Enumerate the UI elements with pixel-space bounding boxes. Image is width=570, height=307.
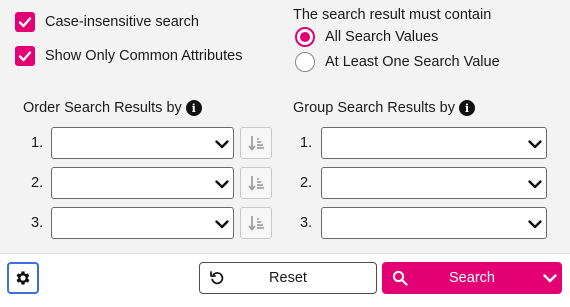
group-by-select-2[interactable]: [321, 167, 547, 199]
match-all-option[interactable]: All Search Values: [295, 27, 438, 47]
order-row-number: 2.: [31, 175, 44, 191]
reset-button[interactable]: Reset: [199, 262, 377, 294]
order-by-select-2[interactable]: [51, 167, 234, 199]
chevron-down-icon: [528, 180, 542, 189]
sort-descending-icon: [248, 176, 264, 191]
case-insensitive-label: Case-insensitive search: [45, 14, 199, 30]
order-by-select-3[interactable]: [51, 207, 234, 239]
search-label: Search: [449, 270, 495, 286]
sort-direction-button-3[interactable]: [240, 207, 272, 239]
case-insensitive-checkbox[interactable]: [15, 12, 35, 32]
search-icon: [392, 270, 408, 286]
group-by-title: Group Search Results by: [293, 100, 455, 116]
order-by-title: Order Search Results by: [23, 100, 182, 116]
checkmark-icon: [18, 51, 32, 62]
match-all-radio[interactable]: [295, 27, 315, 47]
match-mode-title: The search result must contain: [293, 7, 492, 23]
undo-icon: [210, 271, 224, 285]
info-icon[interactable]: i: [459, 100, 475, 116]
chevron-down-icon: [528, 220, 542, 229]
info-icon[interactable]: i: [185, 100, 202, 116]
search-options-panel: Case-insensitive search Show Only Common…: [0, 0, 570, 253]
group-row-number: 2.: [300, 175, 313, 191]
reset-label: Reset: [269, 270, 307, 286]
sort-descending-icon: [248, 136, 264, 151]
chevron-down-icon: [215, 180, 229, 189]
search-button[interactable]: Search: [382, 262, 562, 294]
group-by-select-3[interactable]: [321, 207, 547, 239]
group-row-number: 1.: [300, 135, 313, 151]
group-row-number: 3.: [300, 215, 313, 231]
chevron-down-icon[interactable]: [542, 270, 558, 286]
match-any-label: At Least One Search Value: [325, 54, 500, 70]
order-row-number: 1.: [31, 135, 44, 151]
order-by-heading: Order Search Results by i: [23, 100, 202, 116]
match-any-option[interactable]: At Least One Search Value: [295, 52, 500, 72]
chevron-down-icon: [528, 140, 542, 149]
sort-direction-button-2[interactable]: [240, 167, 272, 199]
group-by-heading: Group Search Results by i: [293, 100, 475, 116]
group-by-select-1[interactable]: [321, 127, 547, 159]
common-attributes-checkbox[interactable]: [15, 46, 35, 66]
case-insensitive-option[interactable]: Case-insensitive search: [15, 12, 199, 32]
gear-icon: [16, 271, 30, 285]
common-attributes-option[interactable]: Show Only Common Attributes: [15, 46, 242, 66]
match-any-radio[interactable]: [295, 52, 315, 72]
common-attributes-label: Show Only Common Attributes: [45, 48, 243, 64]
order-row-number: 3.: [31, 215, 44, 231]
sort-descending-icon: [248, 216, 264, 231]
checkmark-icon: [18, 17, 32, 28]
sort-direction-button-1[interactable]: [240, 127, 272, 159]
settings-button[interactable]: [7, 262, 39, 294]
chevron-down-icon: [215, 220, 229, 229]
order-by-select-1[interactable]: [51, 127, 234, 159]
chevron-down-icon: [215, 140, 229, 149]
match-all-label: All Search Values: [325, 29, 439, 45]
